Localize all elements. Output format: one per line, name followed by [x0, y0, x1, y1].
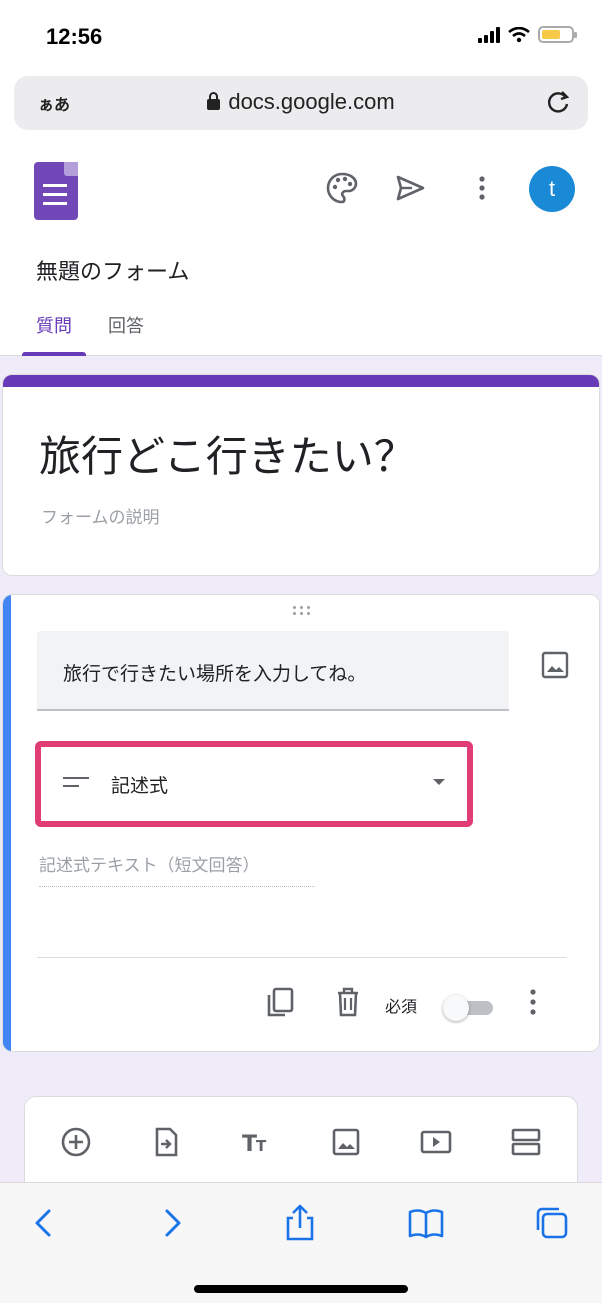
signal-icon — [478, 26, 500, 43]
reload-icon[interactable] — [546, 88, 572, 116]
forms-header: t 無題のフォーム 質問 回答 — [0, 144, 602, 356]
url-text: docs.google.com — [228, 89, 395, 114]
browser-address-area: ぁあ docs.google.com — [0, 70, 602, 144]
active-question-indicator — [3, 595, 11, 1051]
tab-responses[interactable]: 回答 — [94, 312, 158, 356]
question-more-icon[interactable] — [523, 987, 543, 1017]
status-time: 12:56 — [46, 24, 103, 49]
add-question-icon[interactable] — [59, 1125, 93, 1159]
palette-icon[interactable] — [324, 170, 360, 206]
account-avatar[interactable]: t — [529, 166, 575, 212]
wifi-icon — [508, 26, 530, 42]
home-indicator — [194, 1285, 408, 1293]
google-forms-logo[interactable] — [34, 162, 78, 220]
address-bar[interactable]: ぁあ docs.google.com — [14, 76, 588, 130]
question-card[interactable]: 旅行で行きたい場所を入力してね。 記述式 記述式テキスト（短文回答） 必須 — [2, 594, 600, 1052]
drag-handle-icon[interactable] — [291, 605, 313, 617]
url-display[interactable]: docs.google.com — [14, 89, 588, 115]
form-description-input[interactable]: フォームの説明 — [41, 503, 160, 528]
add-section-icon[interactable] — [509, 1125, 543, 1159]
form-name[interactable]: 無題のフォーム — [36, 254, 189, 286]
question-text: 旅行で行きたい場所を入力してね。 — [63, 663, 367, 685]
short-answer-placeholder: 記述式テキスト（短文回答） — [39, 851, 315, 887]
question-title-input[interactable]: 旅行で行きたい場所を入力してね。 — [37, 631, 509, 711]
svg-text:T: T — [242, 1132, 257, 1157]
back-icon[interactable] — [24, 1203, 64, 1243]
card-divider — [37, 957, 567, 958]
status-icons — [478, 26, 577, 43]
battery-icon — [538, 26, 577, 43]
add-video-icon[interactable] — [419, 1125, 453, 1159]
dropdown-caret-icon — [433, 779, 445, 785]
lock-icon — [207, 92, 221, 110]
required-label: 必須 — [385, 997, 418, 1016]
add-image-icon[interactable] — [539, 649, 571, 681]
add-item-toolbar: T T — [24, 1096, 578, 1196]
more-vert-icon[interactable] — [464, 170, 500, 206]
add-image-tool-icon[interactable] — [329, 1125, 363, 1159]
import-questions-icon[interactable] — [149, 1125, 183, 1159]
tab-questions[interactable]: 質問 — [22, 312, 86, 356]
short-answer-icon — [63, 777, 89, 789]
add-title-icon[interactable]: T T — [239, 1125, 273, 1159]
required-toggle[interactable] — [443, 995, 499, 1021]
share-icon[interactable] — [280, 1203, 320, 1243]
title-accent-band — [3, 375, 599, 387]
form-tabs: 質問 回答 — [22, 312, 166, 356]
send-icon[interactable] — [392, 170, 428, 206]
bookmarks-icon[interactable] — [406, 1203, 446, 1243]
form-title[interactable]: 旅行どこ行きたい？ — [39, 423, 416, 484]
tabs-icon[interactable] — [532, 1203, 572, 1243]
delete-icon[interactable] — [331, 985, 365, 1019]
browser-bottom-nav — [0, 1182, 602, 1303]
form-title-card: 旅行どこ行きたい？ フォームの説明 — [2, 374, 600, 576]
question-type-dropdown[interactable]: 記述式 — [35, 741, 473, 827]
status-bar: 12:56 — [0, 0, 602, 70]
question-type-label: 記述式 — [111, 775, 169, 797]
duplicate-icon[interactable] — [263, 985, 297, 1019]
svg-text:T: T — [256, 1137, 267, 1155]
forward-icon[interactable] — [152, 1203, 192, 1243]
